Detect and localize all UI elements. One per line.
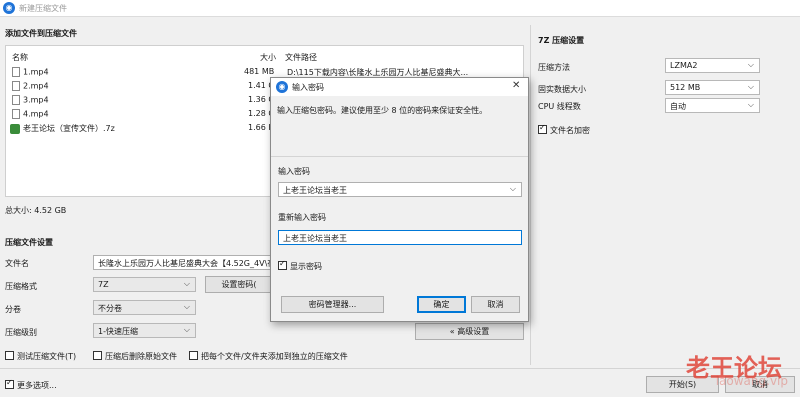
separate-archives-checkbox[interactable] bbox=[189, 351, 198, 360]
file-name: 1.mp4 bbox=[23, 67, 49, 77]
chevron-down-icon: ⌵ bbox=[183, 325, 190, 334]
method-label: 压缩方法 bbox=[538, 63, 570, 72]
file-size: 481 MB bbox=[244, 67, 275, 76]
app-icon: ◉ bbox=[276, 81, 288, 93]
dict-label: 固实数据大小 bbox=[538, 85, 586, 94]
filename-input[interactable]: 长隆水上乐园万人比基尼盛典大会【4.52G_4V\在 bbox=[93, 255, 273, 270]
delete-source-checkbox[interactable] bbox=[93, 351, 102, 360]
encrypt-names-label: 文件名加密 bbox=[550, 126, 590, 135]
split-select[interactable]: 不分卷 ⌵ bbox=[93, 300, 196, 315]
level-label: 压缩级别 bbox=[5, 328, 37, 337]
column-size[interactable]: 大小 bbox=[260, 52, 276, 63]
sevenz-section-title: 7Z 压缩设置 bbox=[538, 36, 585, 45]
file-name: 4.mp4 bbox=[23, 109, 49, 119]
method-value: LZMA2 bbox=[670, 61, 698, 70]
app-icon: ◉ bbox=[3, 2, 15, 14]
more-options-label: 更多选项... bbox=[17, 381, 57, 390]
chevron-down-icon: ⌵ bbox=[747, 60, 754, 69]
file-name: 3.mp4 bbox=[23, 95, 49, 105]
level-value: 1-快速压缩 bbox=[98, 327, 138, 336]
method-select[interactable]: LZMA2 ⌵ bbox=[665, 58, 760, 73]
files-section-title: 添加文件到压缩文件 bbox=[5, 29, 77, 38]
column-path[interactable]: 文件路径 bbox=[285, 52, 317, 63]
delete-source-label: 压缩后删除原始文件 bbox=[105, 352, 177, 361]
file-icon bbox=[12, 109, 20, 119]
column-name[interactable]: 名称 bbox=[12, 52, 28, 63]
window-title: 新建压缩文件 bbox=[19, 4, 67, 13]
file-name: 老王论坛（宣传文件）.7z bbox=[23, 124, 115, 133]
confirm-password-input[interactable]: 上老王论坛当老王 bbox=[278, 230, 522, 245]
test-archive-checkbox[interactable] bbox=[5, 351, 14, 360]
show-password-checkbox[interactable] bbox=[278, 259, 287, 270]
level-select[interactable]: 1-快速压缩 ⌵ bbox=[93, 323, 196, 338]
dialog-message: 输入压缩包密码。建议使用至少 8 位的密码来保证安全性。 bbox=[277, 106, 488, 115]
dialog-titlebar: ◉ 输入密码 ✕ bbox=[271, 78, 528, 96]
confirm-password-label: 重新输入密码 bbox=[278, 213, 326, 222]
chevron-down-icon[interactable]: ⌵ bbox=[510, 184, 516, 194]
divider bbox=[271, 156, 528, 157]
file-list-header: 名称 大小 文件路径 bbox=[6, 52, 523, 64]
password-dialog[interactable]: ◉ 输入密码 ✕ 输入压缩包密码。建议使用至少 8 位的密码来保证安全性。 输入… bbox=[270, 77, 529, 322]
dialog-cancel-button[interactable]: 取消 bbox=[471, 296, 520, 313]
password-value: 上老王论坛当老王 bbox=[283, 186, 347, 195]
split-value: 不分卷 bbox=[98, 304, 122, 313]
password-manager-button[interactable]: 密码管理器... bbox=[281, 296, 384, 313]
more-options-checkbox[interactable] bbox=[5, 378, 14, 389]
file-icon bbox=[12, 67, 20, 77]
watermark-sub: laowang.vip bbox=[715, 374, 788, 388]
threads-label: CPU 线程数 bbox=[538, 102, 581, 111]
format-select[interactable]: 7Z ⌵ bbox=[93, 277, 196, 292]
split-label: 分卷 bbox=[5, 305, 21, 314]
archive-icon bbox=[10, 123, 20, 134]
total-size: 总大小: 4.52 GB bbox=[5, 206, 67, 215]
panel-divider bbox=[530, 25, 531, 365]
filename-label: 文件名 bbox=[5, 259, 29, 268]
show-password-label: 显示密码 bbox=[290, 262, 322, 271]
file-icon bbox=[12, 95, 20, 105]
separate-archives-label: 把每个文件/文件夹添加到独立的压缩文件 bbox=[201, 352, 348, 361]
ok-button[interactable]: 确定 bbox=[417, 296, 466, 313]
format-label: 压缩格式 bbox=[5, 282, 37, 291]
test-archive-label: 测试压缩文件(T) bbox=[17, 352, 77, 361]
divider bbox=[0, 368, 800, 369]
dialog-title: 输入密码 bbox=[292, 83, 324, 92]
format-value: 7Z bbox=[98, 280, 109, 289]
chevron-down-icon: ⌵ bbox=[183, 302, 190, 311]
password-input[interactable]: 上老王论坛当老王 ⌵ bbox=[278, 182, 522, 197]
window-titlebar: ◉ 新建压缩文件 bbox=[0, 0, 800, 17]
advanced-settings-button[interactable]: « 高级设置 bbox=[415, 323, 524, 340]
settings-section-title: 压缩文件设置 bbox=[5, 238, 53, 247]
chevron-down-icon: ⌵ bbox=[183, 279, 190, 288]
dict-value: 512 MB bbox=[670, 83, 701, 92]
threads-select[interactable]: 自动 ⌵ bbox=[665, 98, 760, 113]
chevron-down-icon: ⌵ bbox=[747, 82, 754, 91]
dict-select[interactable]: 512 MB ⌵ bbox=[665, 80, 760, 95]
encrypt-names-checkbox[interactable] bbox=[538, 123, 547, 134]
file-icon bbox=[12, 81, 20, 91]
password-label: 输入密码 bbox=[278, 167, 310, 176]
close-icon[interactable]: ✕ bbox=[512, 80, 520, 91]
threads-value: 自动 bbox=[670, 102, 686, 111]
chevron-down-icon: ⌵ bbox=[747, 100, 754, 109]
file-name: 2.mp4 bbox=[23, 81, 49, 91]
set-password-button[interactable]: 设置密码( bbox=[205, 276, 273, 293]
